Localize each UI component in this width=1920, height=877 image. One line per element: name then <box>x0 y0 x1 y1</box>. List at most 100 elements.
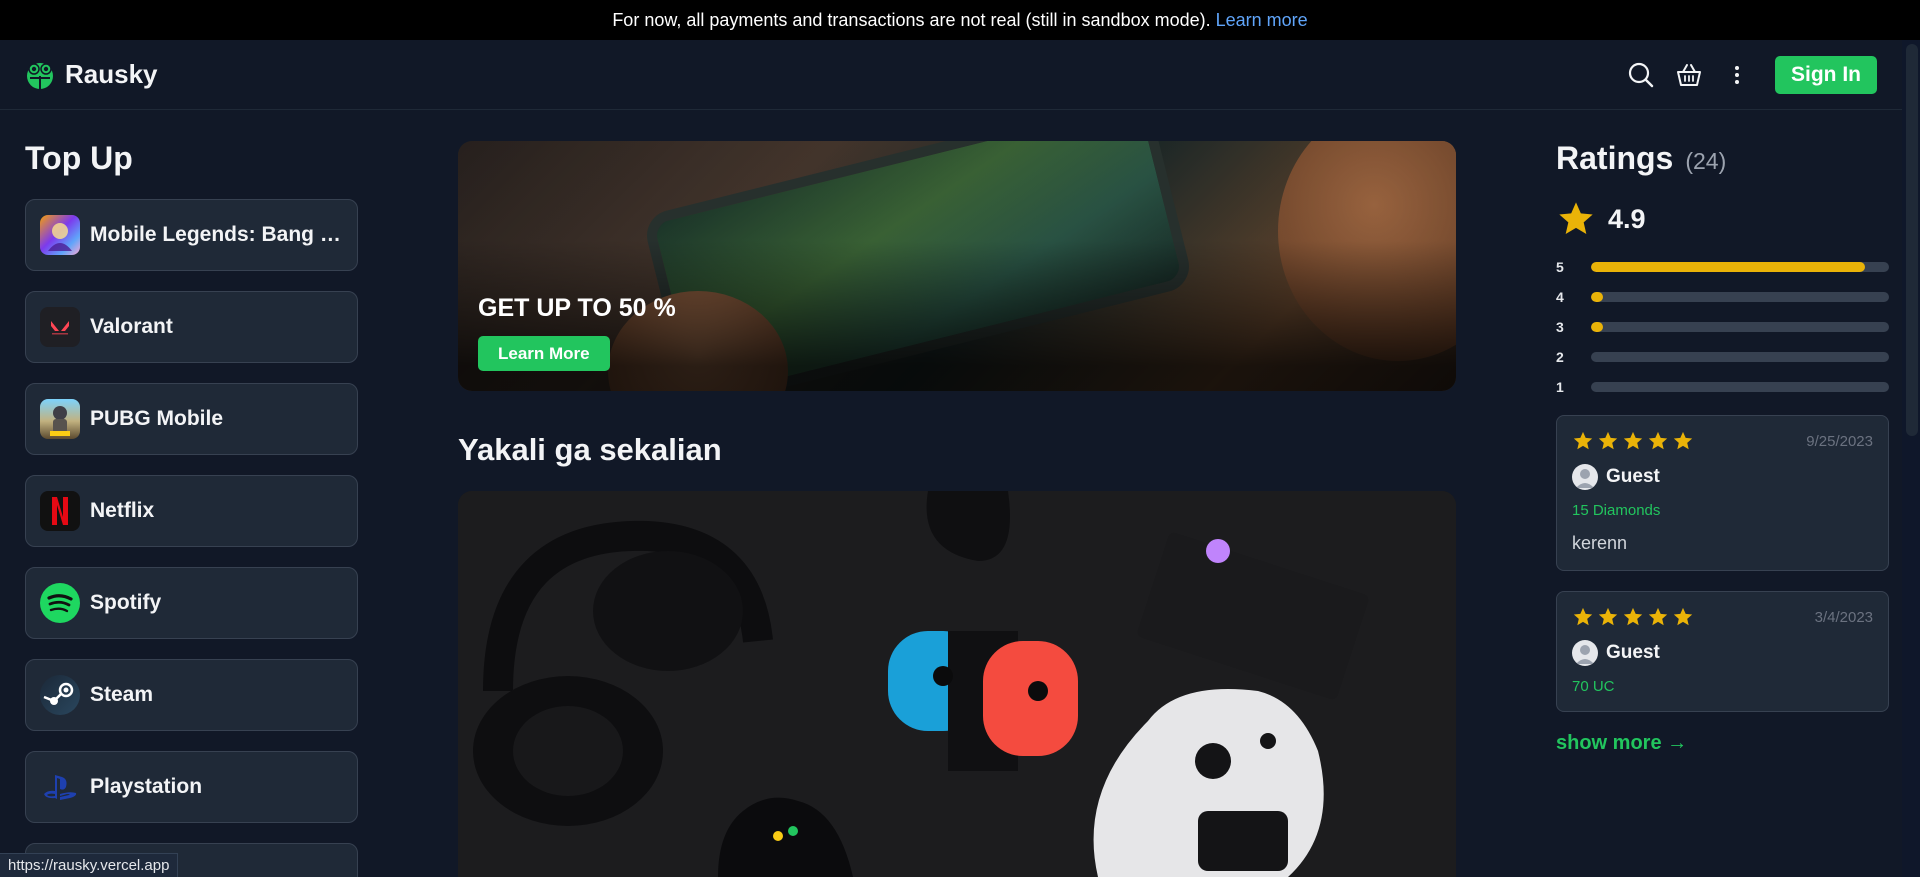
hero-banner: GET UP TO 50 % Learn More <box>458 141 1456 391</box>
rating-bar-label: 2 <box>1556 349 1564 365</box>
reviewer: Guest <box>1572 464 1873 490</box>
topup-item-label: Netflix <box>90 499 155 522</box>
star-icon <box>1559 202 1593 234</box>
avatar <box>1572 640 1598 666</box>
topup-item-label: Mobile Legends: Bang B... <box>90 223 343 246</box>
review-date: 3/4/2023 <box>1814 608 1873 626</box>
mobile-legends-icon <box>40 215 80 255</box>
star-icon <box>1648 431 1668 450</box>
brand-logo[interactable]: Rausky <box>25 59 158 90</box>
topup-item-label: Spotify <box>90 591 162 614</box>
sign-in-button[interactable]: Sign In <box>1775 55 1877 94</box>
topup-item-netflix[interactable]: Netflix <box>25 475 358 547</box>
topup-item-mobile-legends[interactable]: Mobile Legends: Bang B... <box>25 199 358 271</box>
topup-list: Mobile Legends: Bang B... Valorant PUBG … <box>25 199 358 877</box>
rating-bar-track <box>1591 382 1889 392</box>
search-icon <box>1628 62 1654 87</box>
netflix-icon <box>40 491 80 531</box>
show-more-reviews-link[interactable]: show more → <box>1556 732 1687 755</box>
star-icon <box>1648 607 1668 626</box>
star-icon <box>1598 431 1618 450</box>
frog-logo-icon <box>27 62 53 89</box>
topup-item-pubg-mobile[interactable]: PUBG Mobile <box>25 383 358 455</box>
playstation-icon <box>40 767 80 807</box>
banner-learn-more-link[interactable]: Learn more <box>1216 10 1308 31</box>
promo-image <box>458 491 1456 877</box>
ratings-count: (24) <box>1685 148 1727 174</box>
reviewer: Guest <box>1572 640 1873 666</box>
more-vertical-icon <box>1735 65 1739 84</box>
rating-bar-label: 3 <box>1556 319 1564 335</box>
hero-learn-more-button[interactable]: Learn More <box>478 336 610 371</box>
rating-distribution: 5 4 3 2 1 <box>1556 259 1889 395</box>
status-bar-url: https://rausky.vercel.app <box>0 853 179 877</box>
site-header: Rausky Sign In <box>0 40 1902 110</box>
star-icon <box>1623 431 1643 450</box>
review-stars <box>1572 430 1694 452</box>
rating-bar-track <box>1591 352 1889 362</box>
review-card: 3/4/2023 Guest 70 UC <box>1556 591 1889 712</box>
topup-item-label: PUBG Mobile <box>90 407 224 430</box>
topup-title: Top Up <box>25 140 133 176</box>
rating-bar-row: 1 <box>1556 379 1889 395</box>
sandbox-banner: For now, all payments and transactions a… <box>0 0 1920 40</box>
rating-bar-fill <box>1591 292 1603 302</box>
spotify-icon <box>40 583 80 623</box>
basket-icon <box>1677 63 1701 86</box>
star-icon <box>1623 607 1643 626</box>
topup-item-steam[interactable]: Steam <box>25 659 358 731</box>
ratings-title: Ratings <box>1556 140 1674 176</box>
reviewer-name: Guest <box>1606 466 1660 487</box>
page-scrollbar-thumb[interactable] <box>1906 44 1918 436</box>
review-card: 9/25/2023 Guest 15 Diamonds kerenn <box>1556 415 1889 571</box>
rating-bar-track <box>1591 292 1889 302</box>
topup-item-valorant[interactable]: Valorant <box>25 291 358 363</box>
search-button[interactable] <box>1617 51 1665 99</box>
topup-item-label: Valorant <box>90 315 173 338</box>
rating-bar-label: 4 <box>1556 289 1564 305</box>
review-date: 9/25/2023 <box>1806 432 1873 450</box>
more-menu-button[interactable] <box>1713 51 1761 99</box>
pubg-icon <box>40 399 80 439</box>
rating-bar-row: 2 <box>1556 349 1889 365</box>
rating-bar-row: 5 <box>1556 259 1889 275</box>
rating-bar-track <box>1591 322 1889 332</box>
star-icon <box>1573 431 1593 450</box>
reviewer-name: Guest <box>1606 642 1660 663</box>
rating-bar-label: 1 <box>1556 379 1564 395</box>
star-icon <box>1573 607 1593 626</box>
star-icon <box>1673 607 1693 626</box>
header-actions: Sign In <box>1617 51 1877 99</box>
brand-name: Rausky <box>65 59 158 89</box>
rating-bar-row: 4 <box>1556 289 1889 305</box>
topup-item-playstation[interactable]: Playstation <box>25 751 358 823</box>
rating-bar-fill <box>1591 322 1603 332</box>
promo-title: Yakali ga sekalian <box>458 432 722 467</box>
rating-bar-track <box>1591 262 1889 272</box>
gaming-gear-image <box>458 491 1456 877</box>
average-rating: 4.9 <box>1556 199 1889 239</box>
valorant-icon <box>40 307 80 347</box>
topup-item-spotify[interactable]: Spotify <box>25 567 358 639</box>
banner-text: For now, all payments and transactions a… <box>612 9 1211 30</box>
review-stars <box>1572 606 1694 628</box>
ratings-section: Ratings (24) 4.9 5 4 3 2 1 9/25/2023 Gue… <box>1556 140 1889 755</box>
review-text: kerenn <box>1572 533 1628 553</box>
topup-section: Top Up Mobile Legends: Bang B... Valoran… <box>25 140 358 877</box>
average-rating-value: 4.9 <box>1608 203 1646 234</box>
avatar <box>1572 464 1598 490</box>
review-header: 3/4/2023 <box>1572 606 1873 628</box>
rating-bar-label: 5 <box>1556 259 1564 275</box>
review-header: 9/25/2023 <box>1572 430 1873 452</box>
topup-item-label: Playstation <box>90 775 203 798</box>
cart-button[interactable] <box>1665 51 1713 99</box>
star-icon <box>1673 431 1693 450</box>
rating-bar-row: 3 <box>1556 319 1889 335</box>
steam-icon <box>40 675 80 715</box>
topup-item-label: Steam <box>90 683 154 706</box>
review-product: 15 Diamonds <box>1572 502 1661 519</box>
hero-title: GET UP TO 50 % <box>478 294 676 322</box>
review-product: 70 UC <box>1572 678 1615 695</box>
star-icon <box>1598 607 1618 626</box>
ratings-header: Ratings (24) <box>1556 140 1889 177</box>
